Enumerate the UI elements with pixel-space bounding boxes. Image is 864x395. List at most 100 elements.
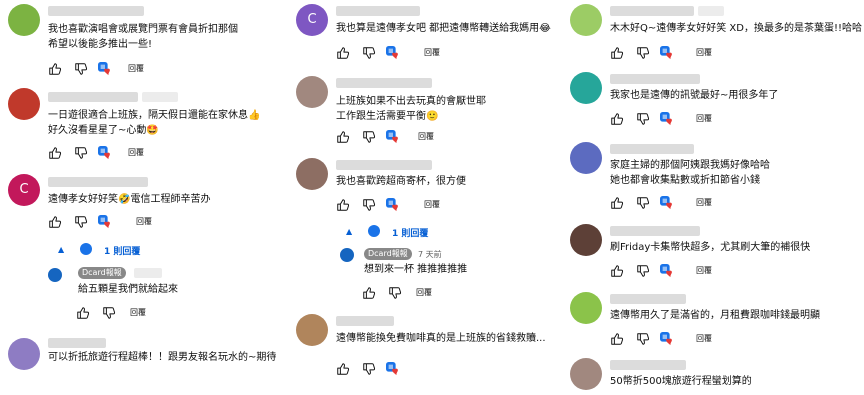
- thumb-down-icon[interactable]: [74, 62, 88, 76]
- avatar[interactable]: [570, 224, 602, 256]
- thumb-down-icon[interactable]: [362, 198, 376, 212]
- avatar[interactable]: [570, 358, 602, 390]
- thumb-down-icon[interactable]: [74, 215, 88, 229]
- reply-button[interactable]: 回覆: [696, 113, 712, 124]
- reply-button[interactable]: 回覆: [696, 47, 712, 58]
- avatar[interactable]: [48, 268, 62, 282]
- thumb-down-icon[interactable]: [74, 146, 88, 160]
- thumb-up-icon[interactable]: [48, 62, 62, 76]
- comment-author[interactable]: [336, 160, 432, 170]
- avatar[interactable]: [8, 338, 40, 370]
- reply-button[interactable]: 回覆: [136, 216, 152, 227]
- collapse-caret-icon: ▲: [58, 245, 65, 254]
- thumb-up-icon[interactable]: [362, 286, 376, 300]
- replies-toggle[interactable]: ▲ 1 則回覆: [346, 224, 466, 240]
- comment-text: 50幣折500塊旅遊行程蠻划算的: [610, 376, 752, 387]
- thumb-down-icon[interactable]: [362, 130, 376, 144]
- comment-author[interactable]: [48, 6, 144, 16]
- thumb-down-icon[interactable]: [362, 362, 376, 376]
- avatar[interactable]: [570, 4, 602, 36]
- comment-author[interactable]: [610, 294, 686, 304]
- avatar[interactable]: [340, 248, 354, 262]
- thumb-down-icon[interactable]: [636, 264, 650, 278]
- creator-heart-icon: [386, 362, 400, 376]
- avatar[interactable]: C: [8, 174, 40, 206]
- comment-author[interactable]: [610, 144, 694, 154]
- reply-button[interactable]: 回覆: [418, 131, 434, 142]
- thumb-down-icon[interactable]: [636, 112, 650, 126]
- comment-author[interactable]: [48, 338, 106, 348]
- thumb-down-icon[interactable]: [636, 196, 650, 210]
- avatar[interactable]: [296, 158, 328, 190]
- thumb-up-icon[interactable]: [610, 332, 624, 346]
- comment-author[interactable]: [48, 177, 148, 187]
- reply-button[interactable]: 回覆: [128, 63, 144, 74]
- creator-heart-icon: [386, 130, 400, 144]
- replies-toggle[interactable]: ▲ 1 則回覆: [58, 242, 178, 258]
- comment-actions: 回覆: [336, 46, 476, 62]
- comment-text: 遠傳幣用久了是滿省的，月租費跟咖啡錢最明顯: [610, 310, 820, 321]
- thumb-up-icon[interactable]: [610, 196, 624, 210]
- channel-badge[interactable]: Dcard報報: [364, 248, 412, 260]
- thumb-up-icon[interactable]: [610, 264, 624, 278]
- creator-heart-icon: [660, 112, 674, 126]
- thumb-up-icon[interactable]: [336, 46, 350, 60]
- thumb-down-icon[interactable]: [636, 332, 650, 346]
- thumb-up-icon[interactable]: [610, 112, 624, 126]
- comment-author[interactable]: [610, 74, 700, 84]
- comment-column-1: 我也喜歡演唱會或展覽門票有會員折扣那個 希望以後能多推出一些! 回覆 一日遊很適…: [0, 0, 280, 395]
- comment-author[interactable]: [610, 226, 700, 236]
- comment-author[interactable]: [336, 6, 420, 16]
- reply-button[interactable]: 回覆: [696, 333, 712, 344]
- thumb-down-icon[interactable]: [636, 46, 650, 60]
- reply-actions: 回覆: [362, 286, 492, 302]
- reply-button[interactable]: 回覆: [416, 287, 432, 298]
- reply-author-extra: [134, 268, 162, 278]
- avatar[interactable]: [570, 142, 602, 174]
- avatar[interactable]: [8, 88, 40, 120]
- comment-text: 上班族如果不出去玩真的會厭世耶: [336, 96, 486, 107]
- thumb-down-icon[interactable]: [102, 306, 116, 320]
- reply-button[interactable]: 回覆: [696, 197, 712, 208]
- comment-author[interactable]: [48, 92, 138, 102]
- thumb-up-icon[interactable]: [610, 46, 624, 60]
- reply-button[interactable]: 回覆: [424, 199, 440, 210]
- creator-heart-icon: [386, 46, 400, 60]
- thumb-up-icon[interactable]: [48, 215, 62, 229]
- thumb-up-icon[interactable]: [336, 198, 350, 212]
- comment-author[interactable]: [336, 78, 432, 88]
- avatar[interactable]: [570, 292, 602, 324]
- comment-text: 一日遊很適合上班族，隔天假日還能在家休息👍: [48, 110, 261, 121]
- reply-actions: 回覆: [76, 306, 206, 322]
- thumb-down-icon[interactable]: [362, 46, 376, 60]
- reply-button[interactable]: 回覆: [424, 47, 440, 58]
- comment-author[interactable]: [610, 360, 686, 370]
- comment-thread: 遠傳幣用久了是滿省的，月租費跟咖啡錢最明顯 回覆: [566, 290, 864, 354]
- comment-thread: 50幣折500塊旅遊行程蠻划算的: [566, 356, 864, 394]
- thumb-up-icon[interactable]: [336, 362, 350, 376]
- comment-text: 我家也是遠傳的訊號最好~用很多年了: [610, 90, 779, 101]
- thumb-down-icon[interactable]: [388, 286, 402, 300]
- reply-button[interactable]: 回覆: [130, 307, 146, 318]
- reply-timestamp[interactable]: 7 天前: [418, 249, 442, 260]
- thumb-up-icon[interactable]: [76, 306, 90, 320]
- comment-author[interactable]: [336, 316, 394, 326]
- reply-button[interactable]: 回覆: [128, 147, 144, 158]
- avatar[interactable]: [570, 72, 602, 104]
- replies-count-label: 1 則回覆: [104, 247, 141, 257]
- thumb-up-icon[interactable]: [48, 146, 62, 160]
- comment-thread: 上班族如果不出去玩真的會厭世耶 工作跟生活需要平衡🙂 回覆: [288, 72, 568, 150]
- comment-author[interactable]: [610, 6, 694, 16]
- comment-text: 我也喜歡跨超商寄杯，很方便: [336, 176, 466, 187]
- comment-actions: 回覆: [336, 130, 476, 146]
- channel-badge[interactable]: Dcard報報: [78, 267, 126, 279]
- avatar[interactable]: [296, 314, 328, 346]
- avatar[interactable]: [296, 76, 328, 108]
- comment-text: 我也算是遠傳孝女吧 都把遠傳幣轉送給我媽用😂: [336, 23, 551, 34]
- avatar[interactable]: C: [296, 4, 328, 36]
- thumb-up-icon[interactable]: [336, 130, 350, 144]
- reply-button[interactable]: 回覆: [696, 265, 712, 276]
- comment-text: 木木好Q~遠傳孝女好好笑 XD，換最多的是茶葉蛋!!哈哈: [610, 23, 862, 34]
- comment-thread: 我也喜歡跨超商寄杯，很方便 回覆 ▲ 1 則回覆 Dcard報報 7 天前 想到…: [288, 154, 568, 306]
- avatar[interactable]: [8, 4, 40, 36]
